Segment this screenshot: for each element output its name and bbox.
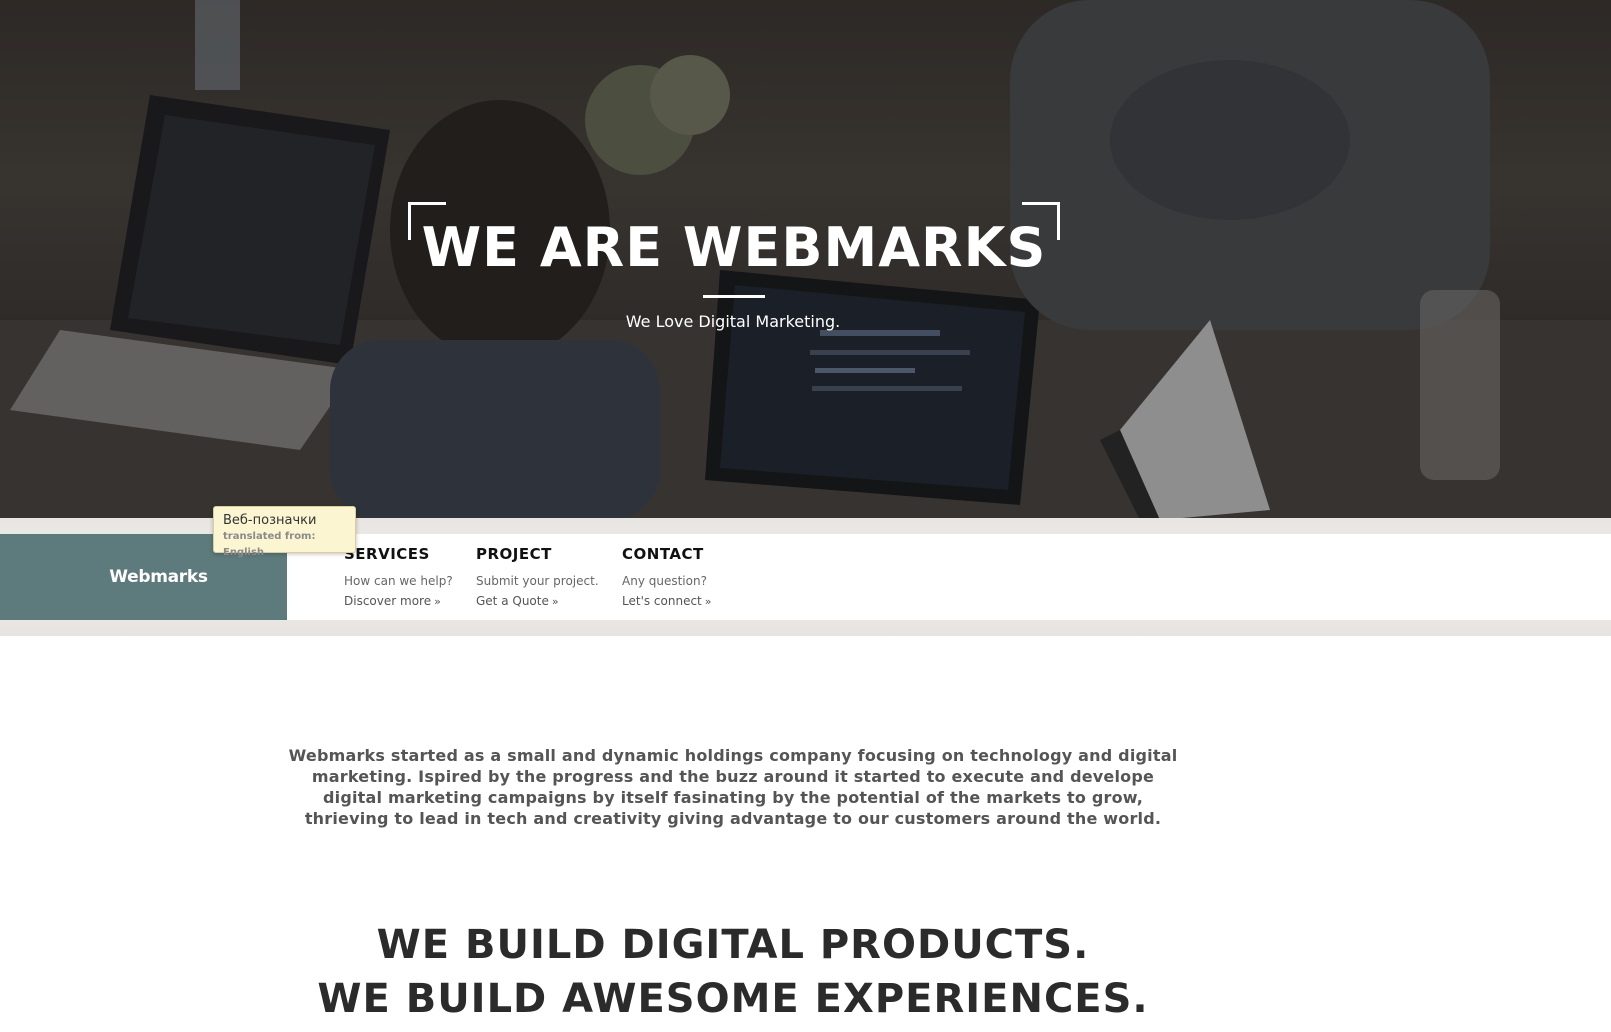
tooltip-translation-text: Веб-позначки	[223, 513, 317, 528]
translation-tooltip: Веб-позначки translated from: English	[213, 506, 356, 558]
lets-connect-label: Let's connect	[622, 594, 702, 608]
tooltip-source-text: translated from: English	[223, 531, 316, 558]
discover-more-label: Discover more	[344, 594, 432, 608]
nav-column-services: SERVICES How can we help? Discover more»	[344, 544, 453, 612]
get-a-quote-link[interactable]: Get a Quote»	[476, 591, 599, 612]
intro-paragraph: Webmarks started as a small and dynamic …	[288, 746, 1178, 828]
double-chevron-right-icon: »	[434, 595, 441, 608]
contact-heading[interactable]: CONTACT	[622, 544, 712, 564]
headline-line-2: WE BUILD AWESOME EXPERIENCES.	[317, 976, 1149, 1022]
hero-divider	[703, 295, 765, 298]
project-description: Submit your project.	[476, 574, 599, 588]
section-headline: WE BUILD DIGITAL PRODUCTS. WE BUILD AWES…	[233, 918, 1233, 1026]
hero-section: WE ARE WEBMARKS We Love Digital Marketin…	[0, 0, 1611, 520]
project-heading[interactable]: PROJECT	[476, 544, 599, 564]
lets-connect-link[interactable]: Let's connect»	[622, 591, 712, 612]
get-a-quote-label: Get a Quote	[476, 594, 549, 608]
services-description: How can we help?	[344, 574, 453, 588]
brand-logo-text: Webmarks	[109, 567, 208, 587]
double-chevron-right-icon: »	[704, 595, 712, 608]
services-heading[interactable]: SERVICES	[344, 544, 453, 564]
headline-line-1: WE BUILD DIGITAL PRODUCTS.	[376, 922, 1090, 968]
hero-subtitle: We Love Digital Marketing.	[625, 312, 841, 331]
double-chevron-right-icon: »	[551, 595, 559, 608]
discover-more-link[interactable]: Discover more»	[344, 591, 453, 612]
nav-column-contact: CONTACT Any question? Let's connect»	[622, 544, 712, 612]
hero-title: WE ARE WEBMARKS	[421, 216, 1047, 279]
contact-description: Any question?	[622, 574, 707, 588]
nav-column-project: PROJECT Submit your project. Get a Quote…	[476, 544, 599, 612]
